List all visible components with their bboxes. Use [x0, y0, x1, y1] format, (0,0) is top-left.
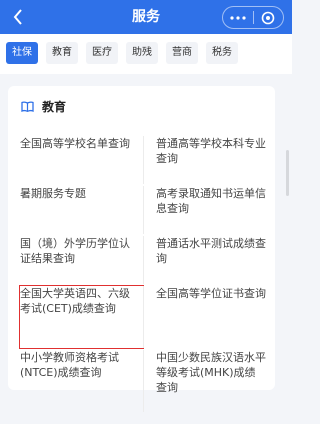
book-icon — [20, 99, 34, 113]
tab-tax[interactable]: 税务 — [206, 42, 238, 64]
service-item[interactable]: 普通话水平测试成绩查询 — [143, 236, 270, 284]
service-item[interactable]: 全国高等学校名单查询 — [20, 136, 143, 184]
scrollbar-thumb[interactable] — [286, 150, 289, 196]
service-item[interactable]: 暑期服务专题 — [20, 186, 143, 234]
tab-business[interactable]: 营商 — [166, 42, 198, 64]
tab-social-security[interactable]: 社保 — [6, 42, 38, 64]
back-arrow-icon[interactable] — [8, 6, 28, 28]
section-title: 教育 — [42, 99, 67, 114]
service-item[interactable]: 高考录取通知书运单信息查询 — [143, 186, 270, 234]
education-card: 教育 全国高等学校名单查询 普通高等学校本科专业查询 暑期服务专题 高考录取通知… — [8, 86, 275, 412]
tab-disability-aid[interactable]: 助残 — [126, 42, 158, 64]
mini-program-capsule — [222, 6, 284, 29]
service-item[interactable]: 中国少数民族汉语水平等级考试(MHK)成绩查询 — [143, 350, 270, 412]
service-item[interactable]: 普通高等学校本科专业查询 — [143, 136, 270, 184]
service-item[interactable]: 中小学教师资格考试(NTCE)成绩查询 — [20, 350, 143, 412]
service-item[interactable]: 国（境）外学历学位认证结果查询 — [20, 236, 143, 284]
top-bar: 服务 — [0, 0, 292, 34]
service-grid: 全国高等学校名单查询 普通高等学校本科专业查询 暑期服务专题 高考录取通知书运单… — [19, 136, 270, 414]
service-item-cet-highlighted[interactable]: 全国大学英语四、六级考试(CET)成绩查询 — [19, 285, 144, 349]
more-dots-icon[interactable] — [223, 7, 253, 28]
tab-education[interactable]: 教育 — [46, 42, 78, 64]
tab-medical[interactable]: 医疗 — [86, 42, 118, 64]
category-tab-bar: 社保 教育 医疗 助残 营商 税务 — [0, 34, 292, 74]
close-circle-icon[interactable] — [254, 7, 283, 28]
service-item[interactable]: 全国高等学位证书查询 — [143, 286, 270, 348]
